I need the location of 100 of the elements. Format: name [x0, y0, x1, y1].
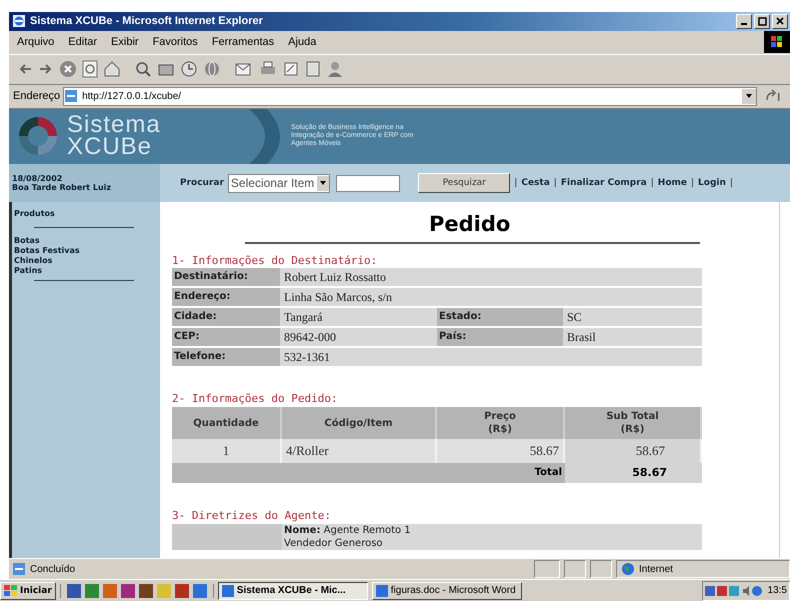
nav-link[interactable]: Cesta	[521, 178, 550, 188]
close-icon	[776, 17, 784, 26]
field-value: Robert Luiz Rossatto	[283, 269, 387, 286]
search-button[interactable]: Pesquizar	[418, 173, 510, 194]
separator-text: |	[650, 178, 654, 188]
sidebar-heading: Produtos	[14, 209, 56, 220]
sidebar-item[interactable]: Patins	[14, 266, 160, 276]
field-label: Telefone:	[172, 348, 280, 366]
category-select[interactable]: Selecionar Item	[228, 174, 330, 193]
field-value: 89642-000	[283, 329, 337, 346]
column-header: Quantidade	[172, 407, 282, 440]
logo-text: Sistema	[67, 114, 161, 136]
field-label: País:	[437, 328, 563, 346]
search-icon[interactable]	[134, 60, 152, 78]
app-icon	[376, 584, 388, 597]
search-label: Procurar	[180, 178, 224, 188]
windows-logo-icon	[764, 31, 790, 54]
menu-item[interactable]: Favoritos	[152, 36, 198, 48]
field-label: Estado:	[437, 308, 563, 326]
maximize-icon	[758, 16, 766, 26]
nav-link[interactable]: Finalizar Compra	[560, 178, 647, 188]
search-field[interactable]	[336, 174, 400, 192]
nav-link[interactable]: Login	[698, 178, 726, 188]
total-label: Total	[172, 463, 565, 484]
taskbar-button[interactable]: Sistema XCUBe - Mic...	[218, 582, 368, 600]
date-text: 18/08/2002	[12, 174, 64, 184]
field-value: Linha São Marcos, s/n	[283, 289, 393, 306]
field-value: Brasil	[566, 329, 597, 346]
nav-link[interactable]: Home	[658, 178, 687, 188]
quick-launch-icon[interactable]	[174, 584, 189, 598]
table-cell: 1	[172, 439, 282, 464]
column-header: Preço (R$)	[437, 407, 565, 440]
separator-text: |	[730, 178, 733, 188]
caret-icon[interactable]	[745, 92, 753, 100]
menu-item[interactable]: Ajuda	[288, 36, 316, 48]
globe-icon[interactable]	[203, 60, 221, 78]
user-icon[interactable]	[326, 60, 344, 78]
history-icon[interactable]	[180, 60, 198, 78]
menu-item[interactable]: Exibir	[111, 36, 139, 48]
start-button[interactable]: Iniciar	[0, 582, 56, 600]
quick-launch-icon[interactable]	[120, 584, 135, 598]
logo-text: XCUBe	[67, 136, 154, 158]
quick-launch-icon[interactable]	[192, 584, 207, 598]
document-icon[interactable]	[305, 60, 321, 78]
close-button[interactable]	[772, 14, 788, 29]
field-label: Endereço:	[172, 288, 280, 306]
table-cell: 4/Roller	[282, 439, 437, 464]
quick-launch-icon[interactable]	[138, 584, 153, 598]
quick-launch-icon[interactable]	[66, 584, 81, 598]
sidebar-item[interactable]: Botas	[14, 236, 160, 246]
menu-item[interactable]: Editar	[68, 36, 98, 48]
total-value: 58.67	[565, 463, 702, 484]
column-header: Sub Total (R$)	[565, 407, 702, 440]
status-pane	[564, 560, 586, 578]
go-icon[interactable]	[764, 89, 782, 104]
agent-name-text: Nome: Agente Remoto 1	[284, 524, 411, 538]
separator-text: |	[554, 178, 557, 188]
minimize-button[interactable]	[736, 14, 752, 29]
app-icon	[222, 584, 234, 597]
page-title: Pedido	[429, 212, 510, 236]
sidebar-item[interactable]: Botas Festivas	[14, 246, 160, 256]
zone-text: Internet	[639, 564, 673, 575]
windows-logo-icon	[4, 584, 18, 597]
section-title: 2- Informações do Pedido:	[172, 392, 339, 406]
taskbar-button[interactable]: figuras.doc - Microsoft Word	[372, 582, 522, 600]
window-title: Sistema XCUBe - Microsoft Internet Explorer	[30, 15, 263, 28]
separator-text: |	[514, 178, 518, 188]
field-value: Tangará	[283, 309, 324, 326]
section-title: 1- Informações do Destinatário:	[172, 254, 378, 268]
tray-icons-drawing	[704, 584, 765, 598]
table-cell: 58.67	[437, 439, 565, 464]
quick-launch-icon[interactable]	[102, 584, 117, 598]
agent-strategy-text: Vendedor Generoso	[284, 537, 384, 550]
table-cell: 58.67	[565, 439, 702, 464]
home-icon[interactable]	[103, 60, 121, 78]
page-icon	[64, 89, 78, 104]
stop-icon[interactable]	[59, 60, 77, 78]
caret-icon[interactable]	[319, 179, 328, 188]
menu-item[interactable]: Arquivo	[17, 36, 54, 48]
address-field[interactable]: http://127.0.0.1/xcube/	[63, 86, 757, 106]
page-icon	[12, 562, 26, 576]
maximize-button[interactable]	[754, 14, 770, 29]
sidebar-item[interactable]: Chinelos	[14, 256, 160, 266]
field-label: Cidade:	[172, 308, 280, 326]
column-header: Código/Item	[282, 407, 437, 440]
address-label: Endereço	[13, 90, 60, 102]
edit-icon[interactable]	[282, 60, 300, 78]
status-pane	[590, 560, 612, 578]
quick-launch-icon[interactable]	[84, 584, 99, 598]
field-label: Destinatário:	[172, 268, 280, 286]
menu-item[interactable]: Ferramentas	[212, 36, 274, 48]
separator-text: |	[690, 178, 694, 188]
status-text: Concluído	[30, 564, 76, 575]
clock-text: 13:5	[768, 585, 787, 596]
field-value: 532-1361	[283, 349, 331, 366]
field-label: CEP:	[172, 328, 280, 346]
browser-icon	[12, 14, 26, 28]
status-pane	[534, 560, 560, 578]
globe-icon	[621, 562, 635, 576]
greeting-text: Boa Tarde Robert Luiz	[12, 183, 112, 192]
